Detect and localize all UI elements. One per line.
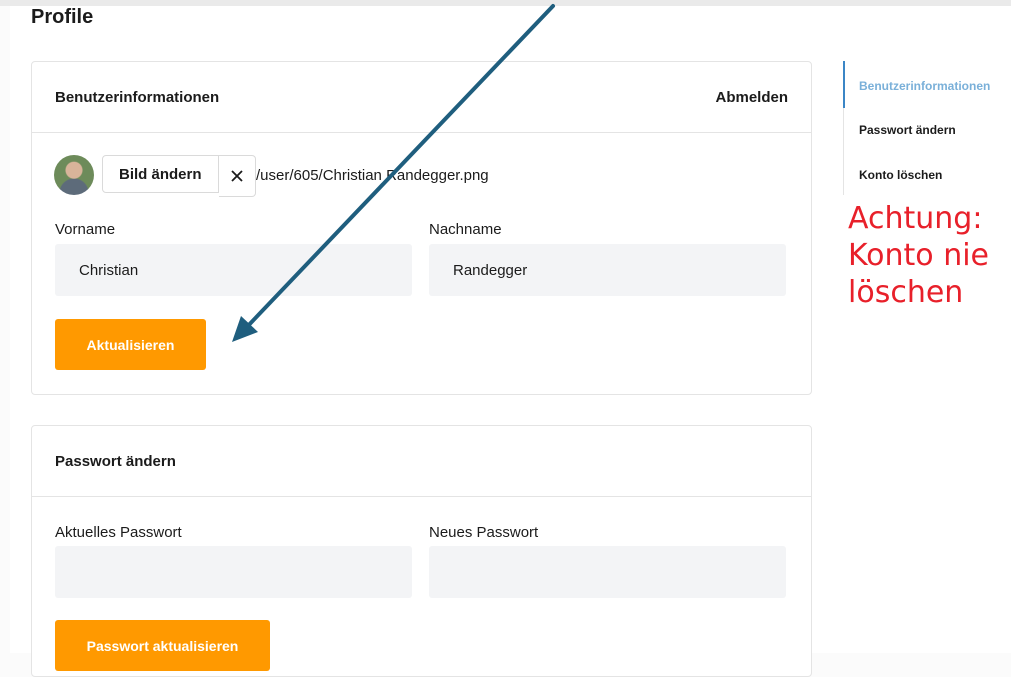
warning-line: Konto nie <box>848 238 990 273</box>
page-title: Profile <box>31 6 94 28</box>
update-button[interactable]: Aktualisieren <box>55 319 206 370</box>
picture-controls: Bild ändern <box>102 155 256 197</box>
user-info-header: Benutzerinformationen Abmelden <box>32 62 811 133</box>
new-password-input[interactable] <box>429 546 786 598</box>
password-title: Passwort ändern <box>55 453 176 470</box>
current-password-label: Aktuelles Passwort <box>55 524 182 541</box>
side-navigation: Benutzerinformationen Passwort ändern Ko… <box>843 61 1011 195</box>
password-header: Passwort ändern <box>32 426 811 497</box>
lastname-input[interactable] <box>429 244 786 296</box>
sidenav-item-change-password[interactable]: Passwort ändern <box>859 123 956 137</box>
avatar <box>54 155 94 195</box>
password-card: Passwort ändern Aktuelles Passwort Neues… <box>31 425 812 677</box>
firstname-input[interactable] <box>55 244 412 296</box>
active-indicator <box>843 61 845 108</box>
current-password-input[interactable] <box>55 546 412 598</box>
sidenav-item-user-info[interactable]: Benutzerinformationen <box>859 79 990 93</box>
new-password-label: Neues Passwort <box>429 524 539 541</box>
sidenav-item-delete-account[interactable]: Konto löschen <box>859 168 942 182</box>
warning-annotation: Achtung: Konto nie löschen <box>848 200 989 311</box>
close-icon <box>230 170 243 182</box>
remove-picture-button[interactable] <box>218 155 256 197</box>
picture-file-path: /user/605/Christian Randegger.png <box>256 167 489 184</box>
warning-line: Achtung: <box>848 201 983 236</box>
firstname-label: Vorname <box>55 221 116 238</box>
update-password-button[interactable]: Passwort aktualisieren <box>55 620 270 671</box>
logout-button[interactable]: Abmelden <box>715 89 788 106</box>
user-info-title: Benutzerinformationen <box>55 89 220 106</box>
user-info-card: Benutzerinformationen Abmelden Bild ände… <box>31 61 812 395</box>
change-picture-button[interactable]: Bild ändern <box>102 155 219 193</box>
warning-line: löschen <box>848 275 964 310</box>
lastname-label: Nachname <box>429 221 502 238</box>
nav-divider <box>843 108 844 195</box>
